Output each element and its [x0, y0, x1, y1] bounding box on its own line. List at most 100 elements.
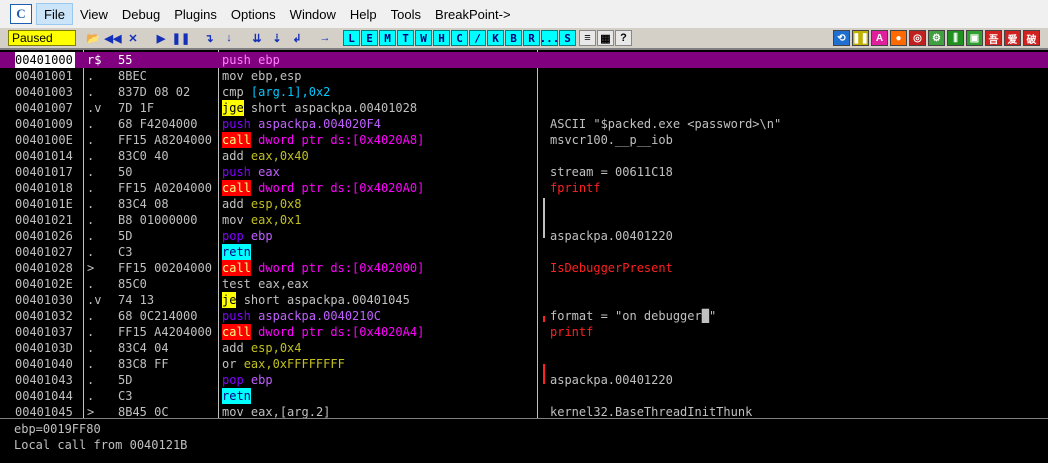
- step-into-icon[interactable]: ↴: [200, 30, 218, 46]
- operands: eax,0x1: [250, 213, 302, 227]
- window-button-more[interactable]: ...: [540, 30, 559, 46]
- disasm-row[interactable]: 00401000 r$ 55 push ebp: [0, 52, 1048, 68]
- window-button-t[interactable]: T: [397, 30, 414, 46]
- address: 0040102E: [15, 277, 73, 291]
- jump-marker: .: [87, 181, 95, 195]
- trace-into-icon[interactable]: ⇊: [248, 30, 266, 46]
- circle-icon[interactable]: ●: [890, 30, 907, 46]
- hex-bytes: 83C4 08: [118, 197, 169, 211]
- mnemonic: pop: [222, 229, 244, 243]
- grid-icon[interactable]: ▦: [597, 30, 614, 46]
- window-button-s[interactable]: S: [559, 30, 576, 46]
- go-to-icon[interactable]: →: [316, 30, 334, 46]
- disasm-row[interactable]: 00401018. FF15 A0204000 call dword ptr ds:…: [0, 180, 1048, 196]
- menu-debug[interactable]: Debug: [115, 3, 167, 25]
- jump-marker: .v: [87, 101, 102, 115]
- disasm-row[interactable]: 00401027. C3 retn: [0, 244, 1048, 260]
- operands: dword ptr ds:[0x4020A0]: [258, 181, 425, 195]
- disasm-row[interactable]: 00401037. FF15 A4204000 call dword ptr ds:…: [0, 324, 1048, 340]
- settings-icon[interactable]: ⚙: [928, 30, 945, 46]
- address: 00401027: [15, 245, 73, 259]
- menu-file[interactable]: File: [36, 3, 73, 25]
- disasm-row[interactable]: 00401026. 5D pop ebp aspackpa.00401220: [0, 228, 1048, 244]
- instruction: test eax,eax: [222, 276, 309, 292]
- disasm-row[interactable]: 00401003. 837D 08 02 cmp [arg.1],0x2: [0, 84, 1048, 100]
- disasm-row[interactable]: 00401032. 68 0C214000 push aspackpa.004021…: [0, 308, 1048, 324]
- instruction: retn: [222, 244, 251, 260]
- disasm-row[interactable]: 00401030 .v 74 13 je short aspackpa.0040104…: [0, 292, 1048, 308]
- pause-icon[interactable]: ❚❚: [172, 30, 190, 46]
- plugin-pause-icon[interactable]: ❚❚: [852, 30, 869, 46]
- mnemonic: cmp: [222, 85, 244, 99]
- trace-over-icon[interactable]: ⇣: [268, 30, 286, 46]
- menu-breakpoint[interactable]: BreakPoint->: [428, 3, 518, 25]
- menu-window[interactable]: Window: [283, 3, 343, 25]
- comment: stream = 00611C18: [550, 165, 673, 179]
- menu-help[interactable]: Help: [343, 3, 384, 25]
- window-button-m[interactable]: M: [379, 30, 396, 46]
- language-icon[interactable]: 吾: [985, 30, 1002, 46]
- disasm-row[interactable]: 00401028 > FF15 00204000 call dword ptr ds:…: [0, 260, 1048, 276]
- close-x-icon[interactable]: ✕: [124, 30, 142, 46]
- disasm-row[interactable]: 00401043. 5D pop ebp aspackpa.00401220: [0, 372, 1048, 388]
- window-button-slash[interactable]: /: [469, 30, 486, 46]
- disasm-row[interactable]: 00401014. 83C0 40 add eax,0x40: [0, 148, 1048, 164]
- mnemonic: push: [222, 53, 251, 67]
- disasm-row[interactable]: 00401007 .v 7D 1F jge short aspackpa.004010…: [0, 100, 1048, 116]
- info-pane: ebp=0019FF80 Local call from 0040121B: [0, 418, 1048, 463]
- disasm-row[interactable]: 00401045 >8B45 0C mov eax,[arg.2] kernel32.…: [0, 404, 1048, 418]
- run-icon[interactable]: ▶: [152, 30, 170, 46]
- disasm-row[interactable]: 00401021. B8 01000000 mov eax,0x1: [0, 212, 1048, 228]
- disasm-row[interactable]: 00401017. 50 push eax stream = 00611C18: [0, 164, 1048, 180]
- address: 00401018: [15, 181, 73, 195]
- love-icon[interactable]: 爱: [1004, 30, 1021, 46]
- menu-view[interactable]: View: [73, 3, 115, 25]
- window-button-r[interactable]: R: [523, 30, 540, 46]
- jump-marker: .: [87, 373, 95, 387]
- disasm-row[interactable]: 00401040. 83C8 FF or eax,0xFFFFFFFF: [0, 356, 1048, 372]
- hex-bytes: C3: [118, 389, 133, 403]
- address: 00401037: [15, 325, 73, 339]
- folder-open-icon[interactable]: 📂: [84, 30, 102, 46]
- crack-icon[interactable]: 破: [1023, 30, 1040, 46]
- comment: fprintf: [550, 181, 601, 195]
- window-button-k[interactable]: K: [487, 30, 504, 46]
- comment: aspackpa.00401220: [550, 373, 673, 387]
- a-icon[interactable]: A: [871, 30, 888, 46]
- window-button-b[interactable]: B: [505, 30, 522, 46]
- disasm-row[interactable]: 0040100E. FF15 A8204000 call dword ptr ds:…: [0, 132, 1048, 148]
- target-icon[interactable]: ◎: [909, 30, 926, 46]
- window-button-l[interactable]: L: [343, 30, 360, 46]
- disasm-row[interactable]: 0040101E. 83C4 08 add esp,0x8: [0, 196, 1048, 212]
- hex-bytes: 85C0: [118, 277, 147, 291]
- refresh-icon[interactable]: ⟲: [833, 30, 850, 46]
- sliders-icon[interactable]: ⫼: [947, 30, 964, 46]
- window-button-c[interactable]: C: [451, 30, 468, 46]
- disassembly-pane[interactable]: 00401000 r$ 55 push ebp 00401001. 8BEC mov ebp…: [0, 48, 1048, 418]
- step-over-icon[interactable]: ↓: [220, 30, 238, 46]
- app-icon[interactable]: C: [10, 4, 32, 24]
- menu-options[interactable]: Options: [224, 3, 283, 25]
- window-button-w[interactable]: W: [415, 30, 432, 46]
- mnemonic: mov: [222, 69, 244, 83]
- hex-bytes: 8B45 0C: [118, 405, 169, 418]
- window-button-e[interactable]: E: [361, 30, 378, 46]
- execute-till-return-icon[interactable]: ↲: [288, 30, 306, 46]
- menu-tools[interactable]: Tools: [384, 3, 428, 25]
- address: 00401003: [15, 85, 73, 99]
- menu-plugins[interactable]: Plugins: [167, 3, 224, 25]
- window-button-h[interactable]: H: [433, 30, 450, 46]
- help-icon[interactable]: ?: [615, 30, 632, 46]
- disasm-row[interactable]: 00401001. 8BEC mov ebp,esp: [0, 68, 1048, 84]
- address: 00401045: [15, 405, 73, 418]
- disasm-row[interactable]: 0040102E. 85C0 test eax,eax: [0, 276, 1048, 292]
- operands: dword ptr ds:[0x402000]: [258, 261, 425, 275]
- list-icon[interactable]: ≡: [579, 30, 596, 46]
- address: 00401021: [15, 213, 73, 227]
- disasm-row[interactable]: 00401044. C3 retn: [0, 388, 1048, 404]
- window-icon[interactable]: ▣: [966, 30, 983, 46]
- mnemonic: retn: [222, 388, 251, 404]
- rewind-icon[interactable]: ◀◀: [104, 30, 122, 46]
- disasm-row[interactable]: 0040103D. 83C4 04 add esp,0x4: [0, 340, 1048, 356]
- disasm-row[interactable]: 00401009. 68 F4204000 push aspackpa.004020…: [0, 116, 1048, 132]
